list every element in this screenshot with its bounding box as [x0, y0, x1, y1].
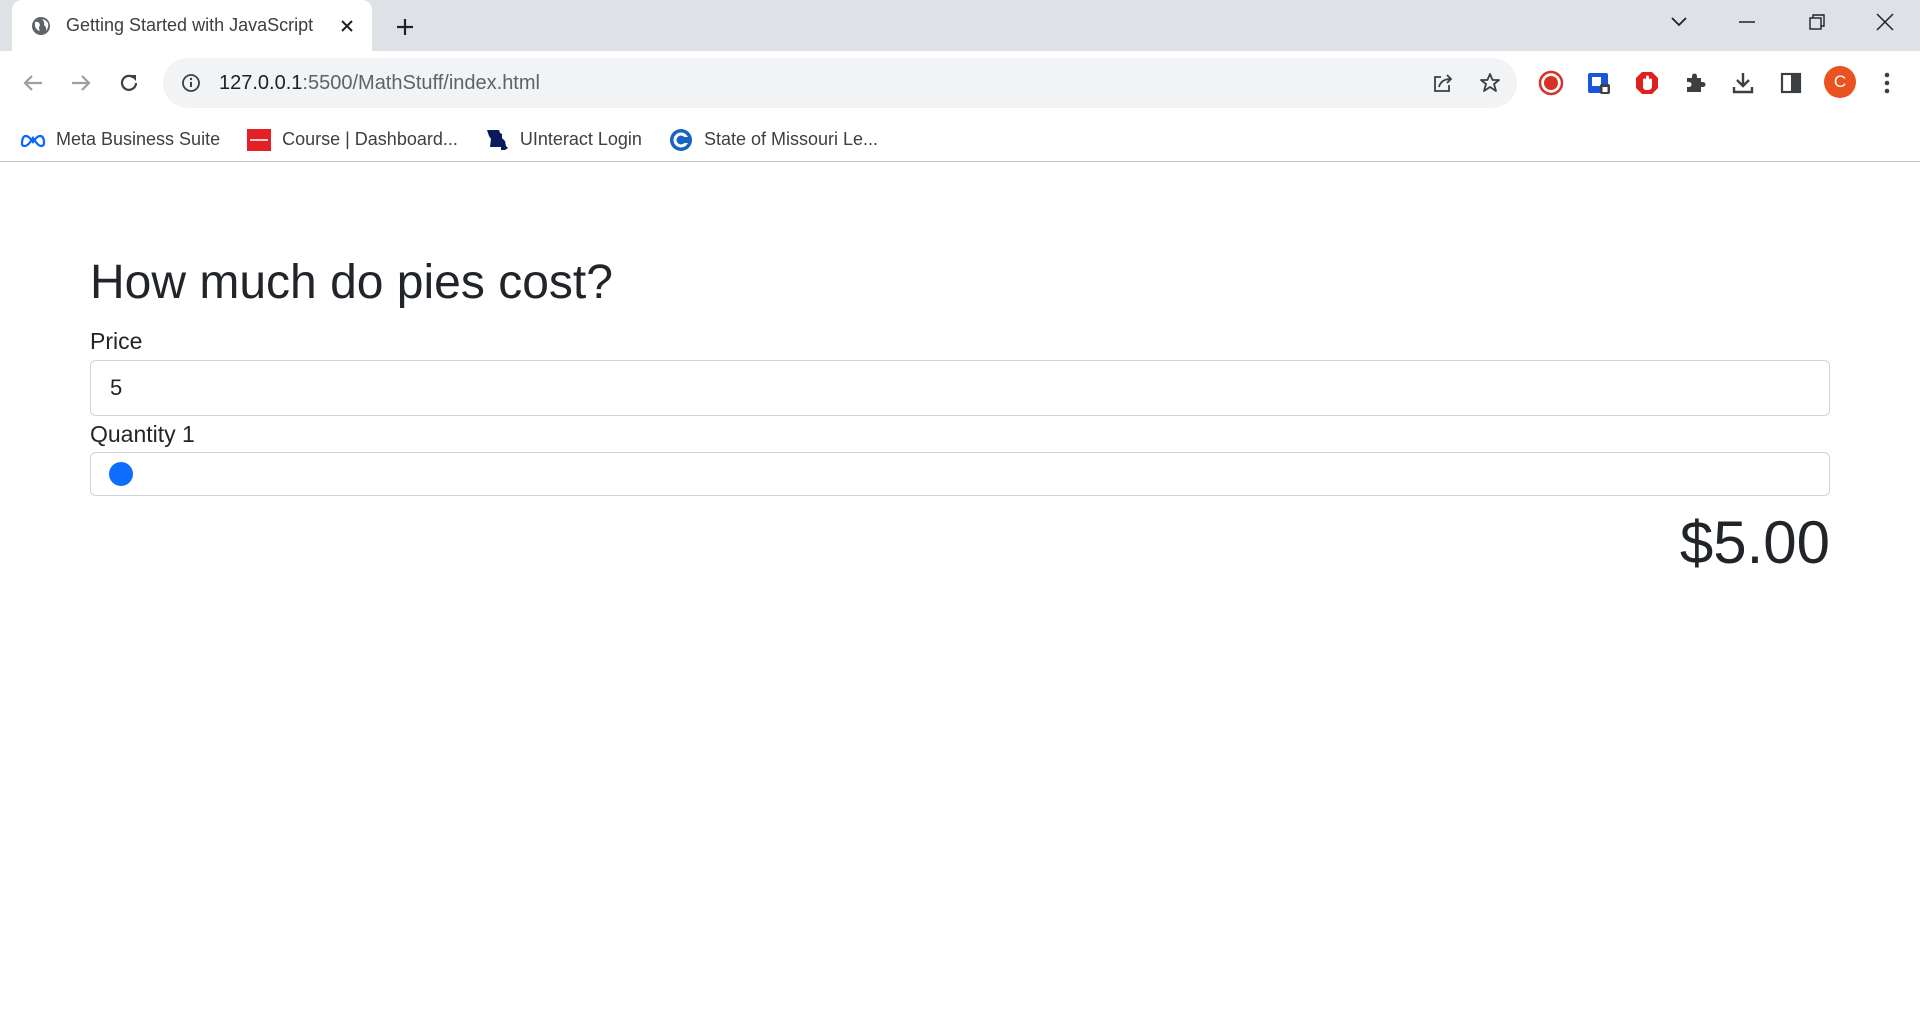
bookmark-label: State of Missouri Le...	[703, 129, 879, 149]
page-title: How much do pies cost?	[90, 256, 613, 309]
url-path: :5500/MathStuff/index.html	[302, 71, 540, 94]
site-info-icon[interactable]	[179, 71, 203, 95]
puzzle-icon[interactable]	[1680, 68, 1710, 98]
bookmark-uinteract[interactable]: UInteract Login	[484, 129, 642, 151]
bookmark-missouri[interactable]: State of Missouri Le...	[668, 128, 879, 151]
address-bar[interactable]: 127.0.0.1:5500/MathStuff/index.html	[163, 58, 1517, 108]
url-text[interactable]: 127.0.0.1:5500/MathStuff/index.html	[219, 72, 540, 95]
close-tab-icon[interactable]	[334, 13, 360, 39]
quantity-value: 1	[182, 421, 195, 447]
restore-icon[interactable]	[1786, 0, 1848, 44]
quantity-slider[interactable]	[90, 452, 1830, 496]
slider-thumb[interactable]	[109, 462, 133, 486]
globe-icon	[30, 15, 52, 37]
share-icon[interactable]	[1430, 70, 1456, 96]
minimize-icon[interactable]	[1716, 0, 1778, 44]
url-host: 127.0.0.1	[219, 71, 303, 94]
download-icon[interactable]	[1728, 68, 1758, 98]
price-label: Price	[90, 328, 143, 354]
slider-track[interactable]	[109, 473, 1811, 475]
bookmark-course[interactable]: Course | Dashboard...	[246, 128, 458, 151]
reload-icon[interactable]	[112, 66, 146, 100]
bitwarden-icon[interactable]	[1584, 68, 1614, 98]
price-input[interactable]	[90, 360, 1830, 416]
close-window-icon[interactable]	[1854, 0, 1916, 44]
bookmarks-bar: Meta Business Suite Course | Dashboard..…	[0, 118, 1920, 162]
tab-strip: Getting Started with JavaScript	[0, 0, 1920, 51]
profile-avatar[interactable]: C	[1824, 66, 1856, 98]
bookmark-star-icon[interactable]	[1477, 70, 1503, 96]
bookmark-label: Meta Business Suite	[56, 129, 221, 149]
tab-title: Getting Started with JavaScript	[66, 15, 314, 35]
bookmark-label: UInteract Login	[519, 129, 642, 149]
forward-icon[interactable]	[64, 66, 98, 100]
c-logo-icon	[668, 128, 694, 151]
meta-icon	[20, 129, 46, 151]
missouri-icon	[484, 129, 510, 151]
adblock-icon[interactable]	[1632, 68, 1662, 98]
bookmark-label: Course | Dashboard...	[282, 129, 458, 149]
quantity-label-text: Quantity	[90, 421, 176, 447]
browser-tab[interactable]: Getting Started with JavaScript	[12, 0, 372, 51]
total-price: $5.00	[1679, 509, 1830, 576]
more-menu-icon[interactable]	[1872, 68, 1902, 98]
back-icon[interactable]	[16, 66, 50, 100]
new-tab-icon[interactable]	[388, 10, 422, 44]
tab-search-icon[interactable]	[1648, 0, 1710, 44]
record-icon[interactable]	[1536, 68, 1566, 98]
bookmark-meta[interactable]: Meta Business Suite	[20, 129, 220, 151]
side-panel-icon[interactable]	[1776, 68, 1806, 98]
course-icon	[246, 128, 272, 151]
quantity-label: Quantity 1	[90, 421, 195, 448]
